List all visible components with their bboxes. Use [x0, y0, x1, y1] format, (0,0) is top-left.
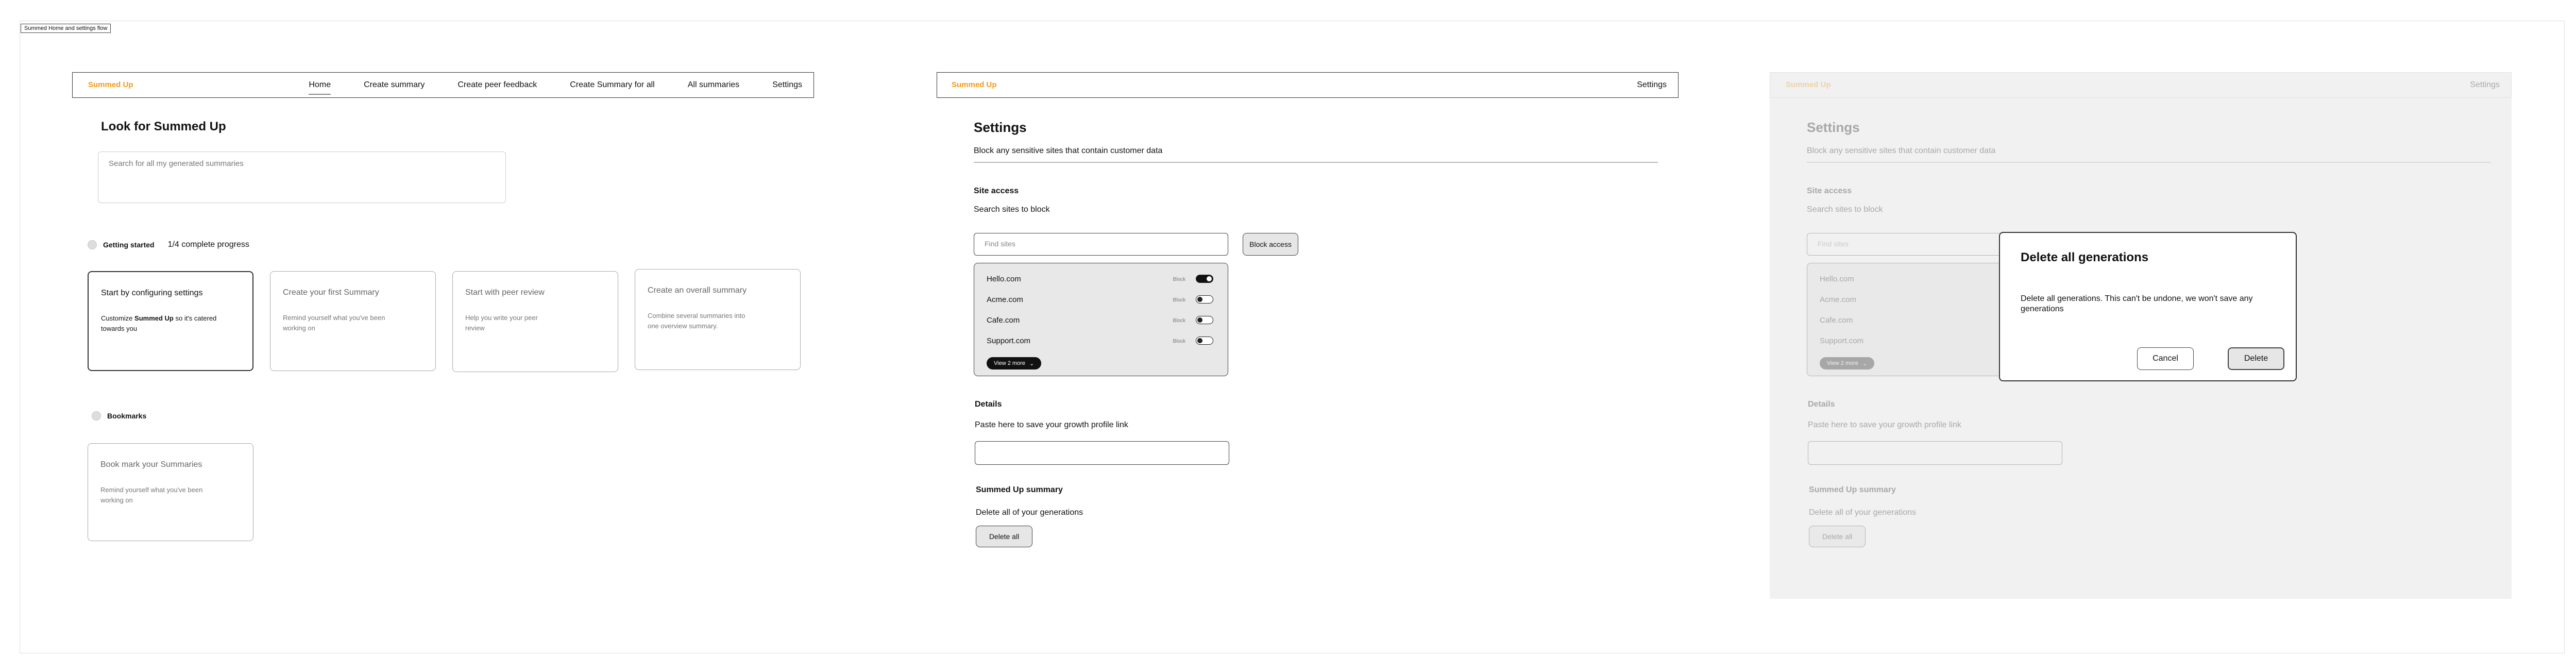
site-name: Cafe.com: [987, 316, 1020, 325]
block-access-button[interactable]: Block access: [1243, 233, 1298, 256]
find-sites-input[interactable]: Find sites: [974, 233, 1228, 256]
delete-button[interactable]: Delete: [2228, 347, 2284, 370]
settings-modal-screen: Summed Up Settings Settings Block any se…: [1770, 72, 2512, 599]
nav-create-peer-feedback[interactable]: Create peer feedback: [457, 78, 537, 92]
card-desc: Remind yourself what you've been working…: [100, 486, 203, 504]
card-title: Start by configuring settings: [101, 289, 203, 297]
cancel-button[interactable]: Cancel: [2137, 347, 2194, 370]
getting-started-label: Getting started: [103, 241, 155, 249]
view-more-button[interactable]: View 2 more ⌄: [987, 357, 1042, 369]
card-desc: Customize Summed Up so it's catered towa…: [101, 314, 217, 332]
brand-logo[interactable]: Summed Up: [88, 80, 133, 89]
card-title: Create an overall summary: [648, 286, 747, 295]
brand-logo[interactable]: Summed Up: [952, 80, 997, 89]
nav-settings[interactable]: Settings: [1637, 78, 1667, 92]
bookmark-circle-icon: [92, 411, 101, 421]
card-create-first-summary[interactable]: Create your first Summary Remind yoursel…: [270, 271, 436, 371]
block-toggle-hello[interactable]: [1196, 275, 1213, 283]
site-access-heading: Site access: [974, 187, 1019, 195]
card-peer-review[interactable]: Start with peer review Help you write yo…: [452, 271, 618, 372]
card-desc: Remind yourself what you've been working…: [283, 314, 385, 332]
flow-label: Summed Home and settings flow: [21, 24, 111, 33]
chevron-down-icon: ⌄: [1029, 360, 1035, 367]
modal-title: Delete all generations: [2021, 250, 2149, 264]
top-nav: Summed Up Settings: [937, 72, 1679, 98]
card-bookmark-summaries[interactable]: Book mark your Summaries Remind yourself…: [88, 443, 253, 541]
page-title: Look for Summed Up: [101, 120, 226, 133]
settings-title: Settings: [974, 120, 1027, 135]
nav-links: Home Create summary Create peer feedback…: [309, 78, 802, 95]
site-name: Acme.com: [987, 295, 1023, 304]
nav-settings[interactable]: Settings: [772, 78, 802, 92]
delete-all-button[interactable]: Delete all: [976, 526, 1032, 547]
delete-confirm-modal: Delete all generations Delete all genera…: [1999, 232, 2297, 381]
getting-started-row: Getting started 1/4 complete progress: [88, 240, 249, 249]
block-toggle-cafe[interactable]: [1196, 316, 1213, 324]
nav-home[interactable]: Home: [309, 78, 331, 95]
delete-text: Delete all of your generations: [976, 508, 1083, 517]
paste-label: Paste here to save your growth profile l…: [975, 421, 1128, 429]
block-label: Block: [1173, 297, 1185, 303]
site-name: Hello.com: [987, 275, 1021, 283]
search-placeholder: Search for all my generated summaries: [109, 159, 244, 168]
find-sites-placeholder: Find sites: [985, 240, 1015, 248]
block-toggle-support[interactable]: [1196, 337, 1213, 345]
settings-subtitle: Block any sensitive sites that contain c…: [974, 146, 1163, 155]
card-title: Book mark your Summaries: [100, 460, 202, 469]
block-label: Block: [1173, 277, 1185, 282]
bookmarks-label: Bookmarks: [107, 412, 147, 420]
search-sites-label: Search sites to block: [974, 205, 1050, 214]
details-heading: Details: [975, 400, 1002, 409]
card-desc: Help you write your peer review: [465, 314, 538, 332]
sites-list: Hello.com Block Acme.com Block Cafe.com …: [974, 263, 1228, 376]
nav-create-summary-for-all[interactable]: Create Summary for all: [570, 78, 655, 92]
card-title: Create your first Summary: [283, 288, 379, 297]
site-name: Support.com: [987, 337, 1031, 345]
card-desc: Combine several summaries into one overv…: [648, 312, 745, 330]
nav-all-summaries[interactable]: All summaries: [688, 78, 739, 92]
top-nav: Summed Up Home Create summary Create pee…: [72, 72, 814, 98]
bookmarks-row: Bookmarks: [92, 411, 146, 421]
divider: [974, 162, 1658, 163]
block-label: Block: [1173, 318, 1185, 324]
card-overall-summary[interactable]: Create an overall summary Combine severa…: [635, 269, 801, 370]
search-input[interactable]: Search for all my generated summaries: [98, 152, 506, 203]
modal-body: Delete all generations. This can't be un…: [2021, 294, 2253, 313]
growth-profile-input[interactable]: [975, 441, 1229, 465]
view-more-label: View 2 more: [994, 360, 1025, 366]
block-toggle-acme[interactable]: [1196, 295, 1213, 304]
progress-text: 1/4 complete progress: [167, 240, 249, 249]
progress-circle-icon: [88, 240, 97, 249]
card-title: Start with peer review: [465, 288, 545, 297]
summary-heading: Summed Up summary: [976, 485, 1063, 494]
card-configure-settings[interactable]: Start by configuring settings Customize …: [88, 271, 253, 371]
nav-create-summary[interactable]: Create summary: [364, 78, 425, 92]
nav-links: Settings: [1637, 78, 1667, 92]
block-label: Block: [1173, 339, 1185, 344]
